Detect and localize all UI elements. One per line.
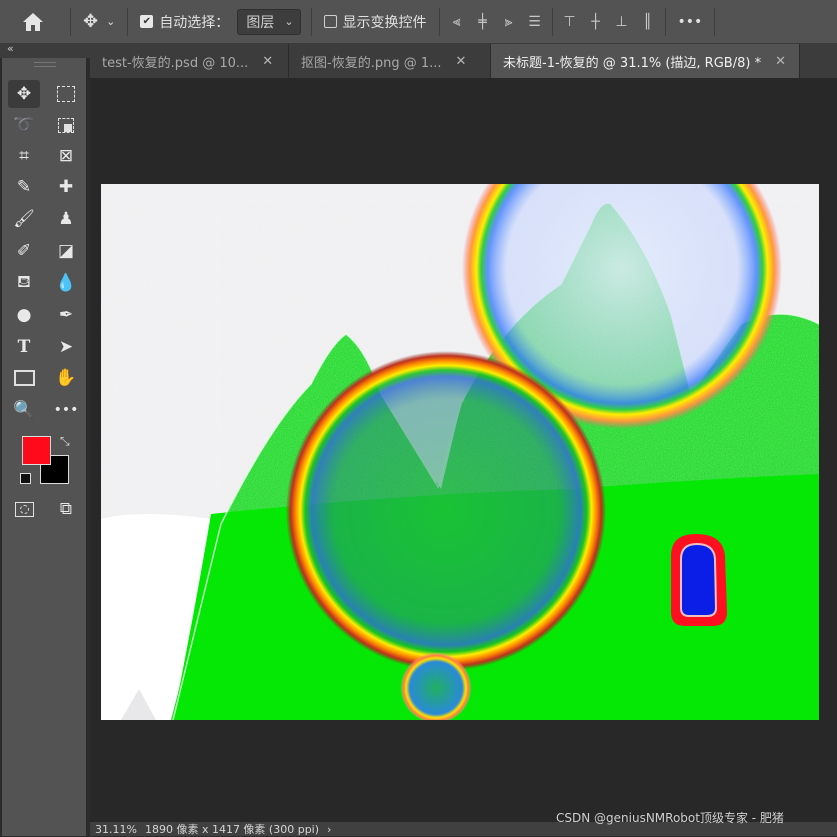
align-top-icon[interactable]: ⊤ [557,14,583,30]
watermark-text: CSDN @geniusNMRobot顶级专家 - 肥猪 [556,811,784,825]
screen-mode-icon[interactable]: ⧉ [50,495,82,523]
foreground-color-swatch[interactable] [22,436,51,465]
distribute-horizontal-icon[interactable]: ☰ [522,14,548,30]
zoom-level[interactable]: 31.11% [95,823,137,836]
options-bar: ✥ ⌄ ✔ 自动选择： 图层 ⌄ 显示变换控件 ⫷ ╪ ⫸ ☰ ⊤ ┼ ⊥ ║ … [0,0,837,44]
object-select-tool-icon[interactable] [50,111,82,139]
tab-label: 抠图-恢复的.png @ 1... [301,55,442,71]
quick-mask-icon[interactable] [8,495,40,523]
close-icon[interactable]: ✕ [456,54,467,69]
tools-panel: ✥ ➰ ⌗ ⊠ ✎ ✚ 🖌 ♟ ✐ ◪ ⛾ 💧 ● ✒ T ➤ ✋ 🔍 ••• … [2,58,86,836]
zoom-tool-icon[interactable]: 🔍 [8,396,40,424]
divider [127,7,129,36]
blur-tool-icon[interactable]: 💧 [50,269,82,297]
more-options-button[interactable]: ••• [670,0,711,44]
tab-label: test-恢复的.psd @ 10... [102,55,249,71]
divider [551,7,553,36]
document-tabs: test-恢复的.psd @ 10... ✕ 抠图-恢复的.png @ 1...… [90,44,837,78]
door-shape [680,542,718,617]
chevron-down-icon: ⌄ [106,15,116,28]
big-bubble [286,351,606,671]
home-button[interactable] [0,0,66,44]
chevron-right-icon[interactable]: › [327,823,331,836]
chevron-down-icon: ⌄ [284,15,294,28]
tab-test-psd[interactable]: test-恢复的.psd @ 10... ✕ [90,44,289,78]
divider [438,7,440,36]
checkbox-checked-icon: ✔ [140,15,154,28]
align-horizontal-center-icon[interactable]: ╪ [470,14,496,30]
home-icon [23,12,43,31]
stamp-tool-icon[interactable]: ♟ [50,205,82,233]
show-transform-label: 显示变换控件 [342,14,427,31]
type-tool-icon[interactable]: T [8,333,40,361]
small-bubble [401,653,471,720]
align-bottom-icon[interactable]: ⊥ [609,14,635,30]
path-select-tool-icon[interactable]: ➤ [50,333,82,361]
paint-bucket-tool-icon[interactable]: ⛾ [8,269,40,297]
divider [70,7,71,36]
divider [310,7,312,36]
divider [664,7,666,36]
rectangle-tool-icon[interactable] [8,364,40,392]
checkbox-unchecked-icon [323,15,337,28]
default-colors-icon[interactable] [20,473,31,484]
close-icon[interactable]: ✕ [775,54,786,69]
swap-colors-icon[interactable]: ⤡ [60,434,70,449]
move-tool-preset[interactable]: ✥ ⌄ [75,0,123,44]
dodge-tool-icon[interactable]: ● [8,301,40,329]
brush-tool-icon[interactable]: 🖌 [8,205,40,233]
crop-tool-icon[interactable]: ⌗ [8,142,40,170]
document-canvas[interactable] [101,184,819,720]
move-icon: ✥ [83,11,99,32]
hand-tool-icon[interactable]: ✋ [50,364,82,392]
panel-grip [34,62,56,67]
tab-cutout-png[interactable]: 抠图-恢复的.png @ 1... ✕ [289,44,491,78]
frame-tool-icon[interactable]: ⊠ [50,142,82,170]
document-info[interactable]: 1890 像素 x 1417 像素 (300 ppi) [145,821,319,837]
more-tools-icon[interactable]: ••• [50,396,82,424]
healing-brush-tool-icon[interactable]: ✚ [50,173,82,201]
history-brush-tool-icon[interactable]: ✐ [8,237,40,265]
marquee-tool-icon[interactable] [50,80,82,108]
toolbar-header: « [0,42,90,58]
distribute-vertical-icon[interactable]: ║ [635,14,661,30]
auto-select-label: 自动选择： [159,14,230,31]
align-right-icon[interactable]: ⫸ [496,14,522,30]
divider [714,7,716,36]
align-vertical-center-icon[interactable]: ┼ [583,14,609,30]
auto-select-value: 图层 [246,14,275,31]
pen-tool-icon[interactable]: ✒ [50,301,82,329]
auto-select-checkbox[interactable]: ✔ 自动选择： [132,0,237,44]
tab-label: 未标题-1-恢复的 @ 31.1% (描边, RGB/8) * [503,55,762,71]
eraser-tool-icon[interactable]: ◪ [50,237,82,265]
auto-select-dropdown[interactable]: 图层 ⌄ [237,8,301,35]
eyedropper-tool-icon[interactable]: ✎ [8,173,40,201]
show-transform-checkbox[interactable]: 显示变换控件 [316,0,435,44]
collapse-icon[interactable]: « [7,42,14,55]
lasso-tool-icon[interactable]: ➰ [8,111,40,139]
tab-untitled-active[interactable]: 未标题-1-恢复的 @ 31.1% (描边, RGB/8) * ✕ [491,44,800,78]
align-left-icon[interactable]: ⫷ [444,14,470,30]
move-tool-icon[interactable]: ✥ [8,80,40,108]
close-icon[interactable]: ✕ [262,54,273,69]
